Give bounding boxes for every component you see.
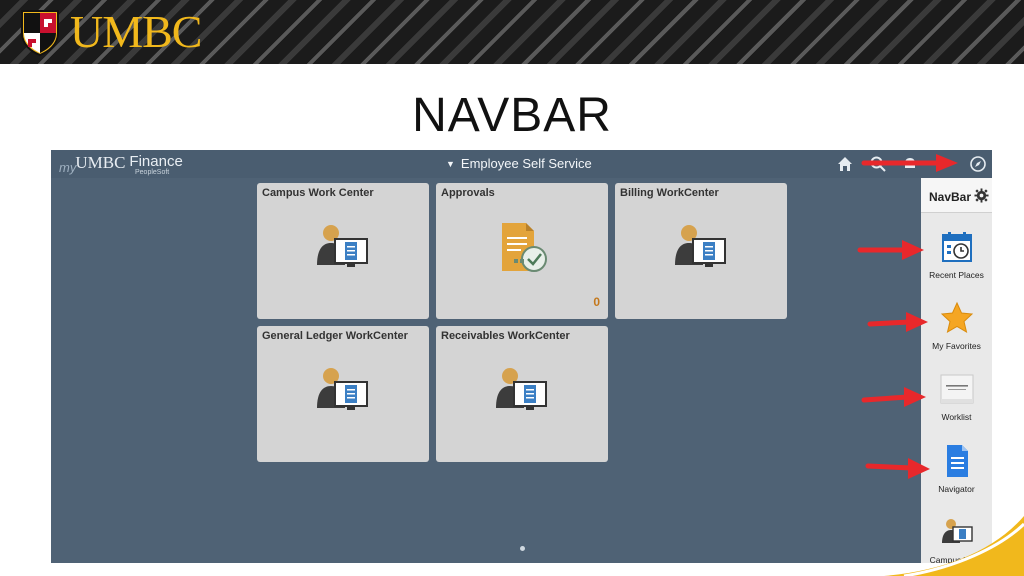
- workcenter-person-icon: [675, 225, 726, 267]
- slide-title: NAVBAR: [412, 89, 612, 142]
- brand-name: UMBC: [75, 153, 126, 172]
- brand-sub: PeopleSoft: [135, 169, 170, 176]
- tile-label: Billing WorkCenter: [620, 187, 719, 199]
- workcenter-person-icon: [317, 225, 368, 267]
- oracle-worklist-icon: [940, 374, 974, 404]
- navbar-item-my-favorites[interactable]: My Favorites: [921, 297, 992, 363]
- tile-campus-work-center[interactable]: Campus Work Center: [257, 183, 429, 319]
- navbar-item-label: My Favorites: [932, 341, 981, 351]
- annotation-arrow-compass: [861, 154, 958, 172]
- navigator-document-icon: [947, 445, 968, 477]
- gear-icon[interactable]: [974, 188, 989, 203]
- annotation-arrow-recent-places: [857, 240, 924, 260]
- navbar-item-worklist[interactable]: Worklist: [921, 368, 992, 434]
- workcenter-person-icon: [317, 368, 368, 410]
- page-indicator-dot[interactable]: [520, 546, 525, 551]
- workcenter-person-icon: [496, 368, 547, 410]
- homepage-selector-label: Employee Self Service: [460, 156, 592, 171]
- umbc-logo: UMBC: [18, 6, 246, 58]
- home-icon[interactable]: [836, 155, 854, 173]
- umbc-wordmark: UMBC: [70, 6, 202, 57]
- peoplesoft-app: my UMBC Finance PeopleSoft ▼ Employee Se…: [51, 150, 992, 563]
- approvals-document-icon: [502, 223, 547, 272]
- dropdown-triangle-icon: ▼: [446, 158, 455, 169]
- navbar-item-recent-places[interactable]: Recent Places: [921, 226, 992, 292]
- app-topbar: my UMBC Finance PeopleSoft ▼ Employee Se…: [51, 150, 992, 178]
- tile-label: Receivables WorkCenter: [441, 330, 570, 342]
- recent-places-icon: [942, 232, 972, 262]
- tile-billing-workcenter[interactable]: Billing WorkCenter: [615, 183, 787, 319]
- brand-prefix: my: [59, 160, 77, 175]
- homepage-selector[interactable]: ▼ Employee Self Service: [446, 156, 592, 171]
- navbar-compass-icon[interactable]: [969, 155, 987, 173]
- star-icon: [940, 301, 974, 334]
- navbar-item-label: Worklist: [941, 412, 972, 422]
- tile-label: Approvals: [441, 187, 495, 199]
- decorative-corner-swoosh: [884, 516, 1024, 576]
- tile-general-ledger-workcenter[interactable]: General Ledger WorkCenter: [257, 326, 429, 462]
- umbc-shield-icon: [21, 10, 59, 57]
- annotation-arrow-navigator: [865, 458, 930, 479]
- header-banner: UMBC: [0, 0, 1024, 64]
- tile-label: General Ledger WorkCenter: [262, 330, 408, 342]
- annotation-arrow-worklist: [861, 387, 926, 407]
- tile-receivables-workcenter[interactable]: Receivables WorkCenter: [436, 326, 608, 462]
- navbar-header: NavBar: [921, 178, 992, 213]
- navbar-item-label: Navigator: [938, 484, 975, 494]
- brand-suffix: Finance: [129, 153, 183, 170]
- tile-label: Campus Work Center: [262, 187, 374, 199]
- navbar-title: NavBar: [929, 190, 972, 204]
- tile-approvals[interactable]: Approvals 0: [436, 183, 608, 319]
- navbar-panel: NavBar Recent Places My Favorites Workli…: [921, 178, 992, 563]
- app-brand[interactable]: my UMBC Finance PeopleSoft: [59, 153, 183, 176]
- annotation-arrow-my-favorites: [867, 312, 928, 332]
- navbar-item-label: Recent Places: [929, 270, 984, 280]
- approvals-count-badge: 0: [593, 295, 600, 309]
